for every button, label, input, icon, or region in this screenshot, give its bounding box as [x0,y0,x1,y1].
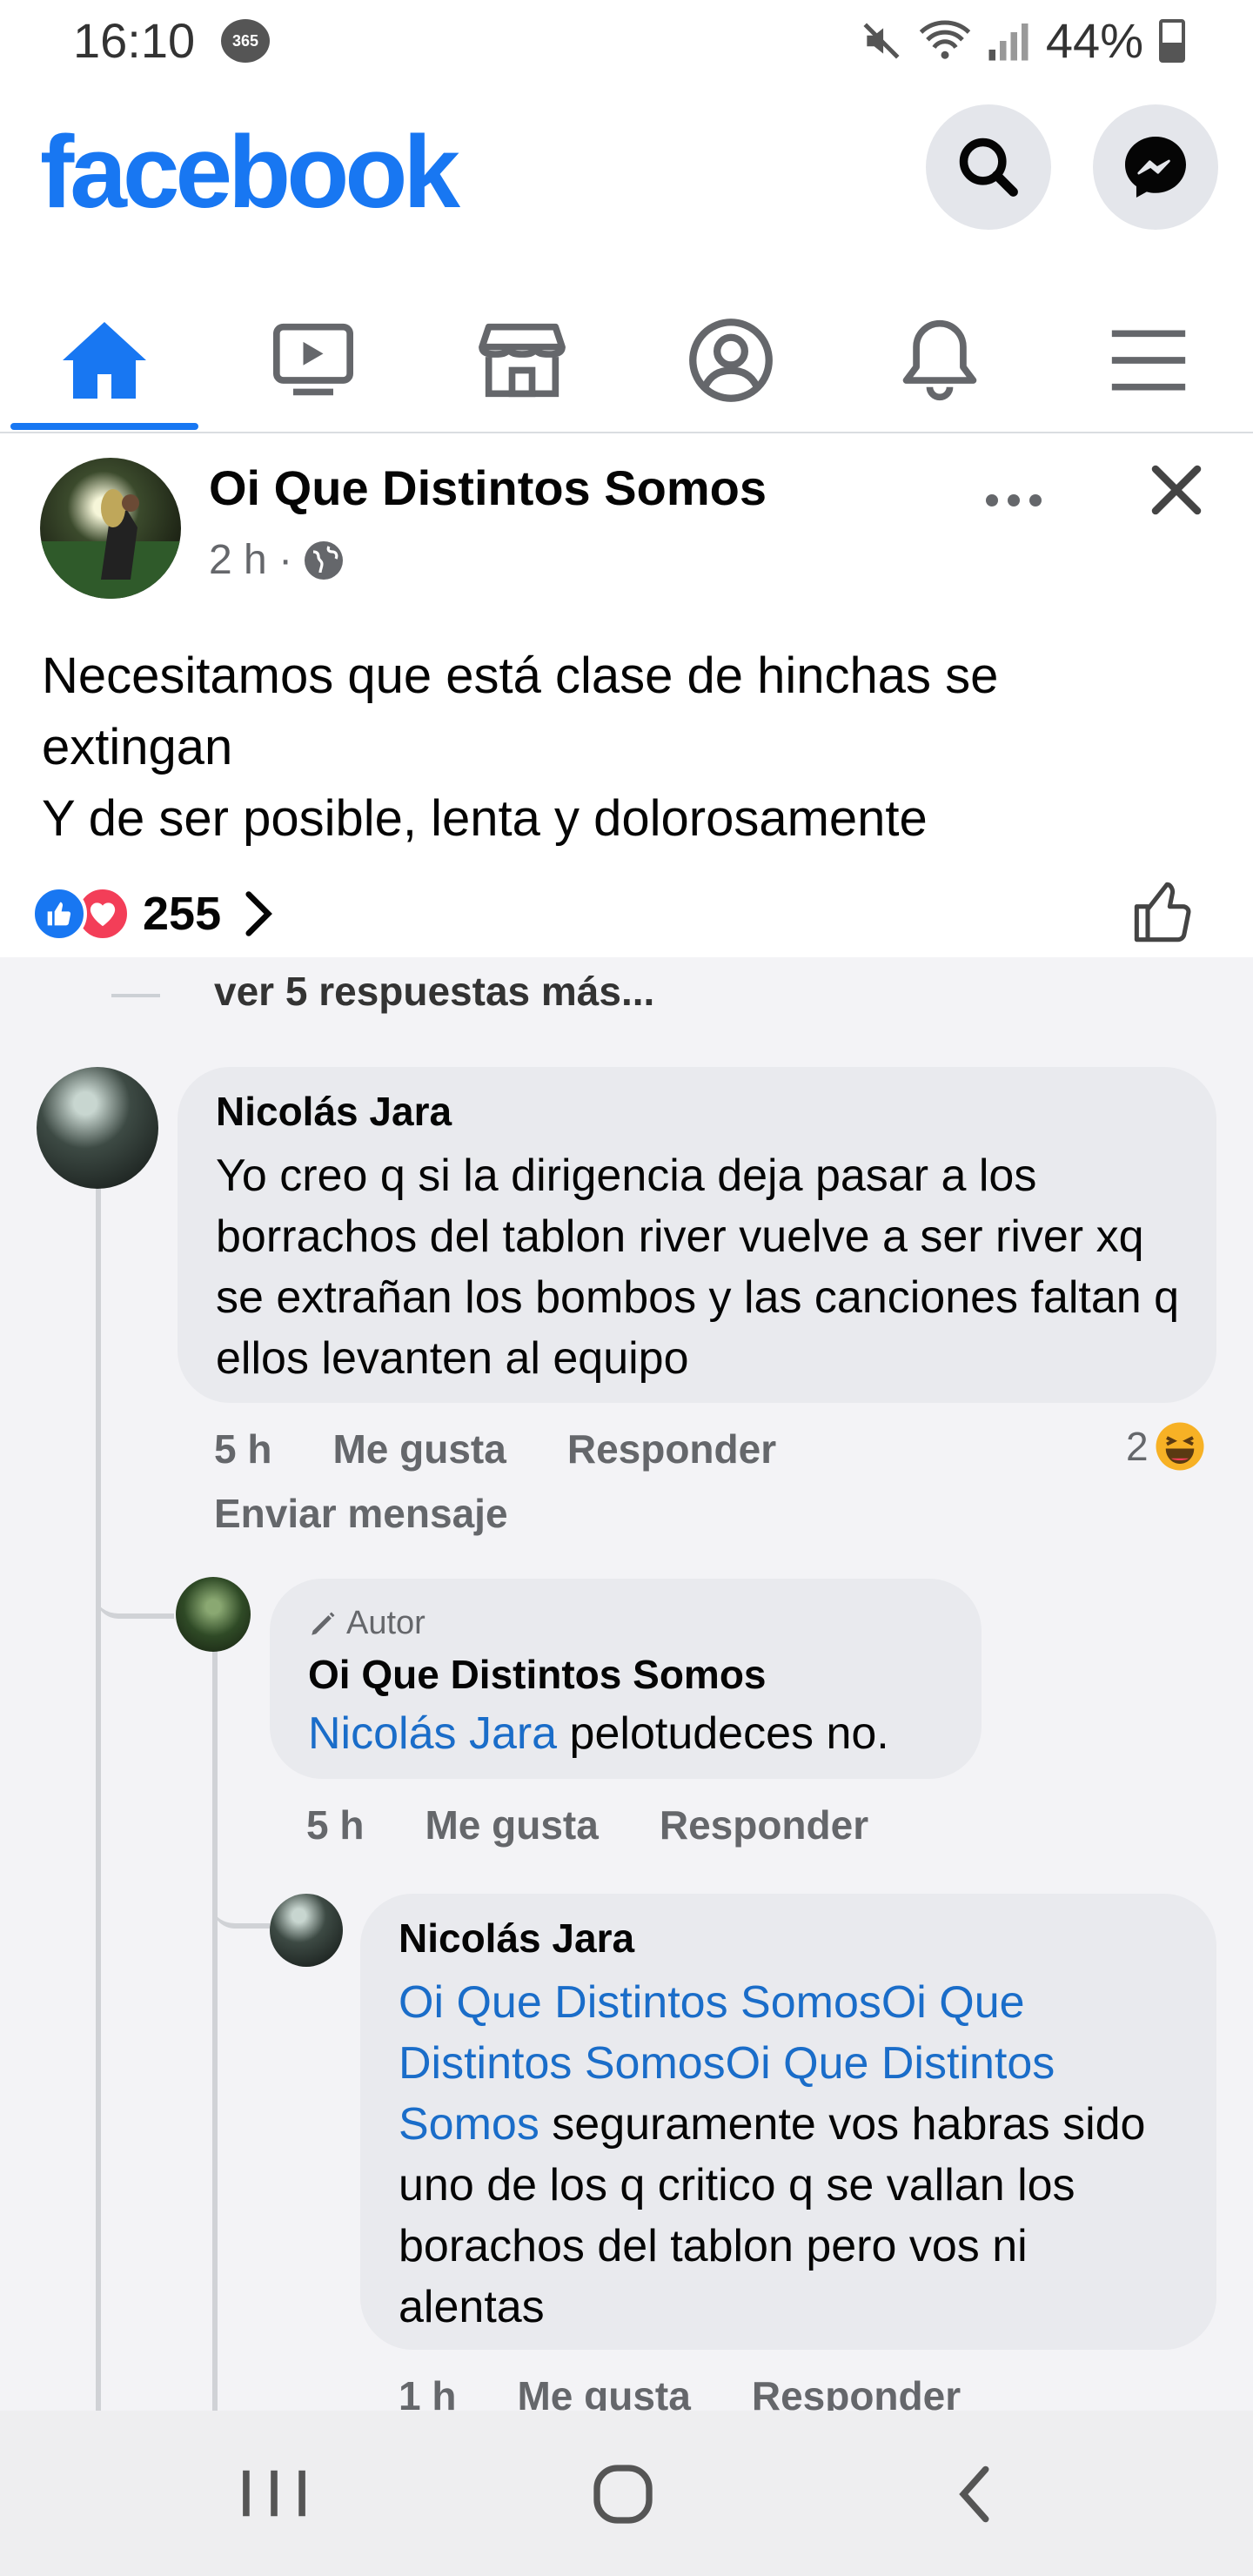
system-navigation-bar [0,2411,1253,2576]
post-time[interactable]: 2 h · [209,536,292,584]
pencil-icon [312,1612,335,1635]
nav-divider [0,432,1253,433]
comment-text: Oi Que Distintos SomosOi Que Distintos S… [399,1972,1164,2338]
tab-watch[interactable] [209,287,418,433]
comment-author[interactable]: Oi Que Distintos Somos [308,1651,982,1698]
like-comment-button[interactable]: Me gusta [332,1426,506,1472]
tab-home[interactable] [0,287,209,433]
like-comment-button[interactable]: Me gusta [425,1801,598,1848]
page-avatar-small[interactable] [176,1577,251,1652]
messenger-icon [1125,137,1186,198]
search-button[interactable] [926,104,1051,230]
post-text-line: extingan [42,719,233,775]
reactions-summary[interactable]: 255 [31,886,273,942]
notifications-icon [902,319,977,401]
post-text-line: Y de ser posible, lenta y dolorosamente [42,790,928,847]
comment-bubble: Nicolás Jara Yo creo q si la dirigencia … [178,1067,1216,1403]
profile-icon [689,319,773,402]
post-text-line: Necesitamos que está clase de hinchas se [42,647,999,704]
back-icon [959,2465,989,2523]
comment-text: Yo creo q si la dirigencia deja pasar a … [216,1150,1180,1384]
comment-reaction-count: 2 [1126,1424,1149,1469]
post-author-name[interactable]: Oi Que Distintos Somos [209,460,767,516]
recent-apps-button[interactable] [235,2463,313,2528]
battery-percent: 44% [1045,13,1143,68]
active-tab-indicator [10,423,198,430]
wifi-icon [919,20,971,59]
recent-apps-icon [243,2470,305,2517]
thread-line [96,1163,101,2411]
main-nav [0,287,1253,433]
comment-time: 5 h [306,1802,365,1848]
chevron-right-icon [245,891,273,936]
home-system-button[interactable] [588,2459,658,2533]
tab-marketplace[interactable] [418,287,626,433]
close-icon [1151,465,1202,515]
reaction-count: 255 [143,888,222,940]
close-post-button[interactable] [1149,451,1204,535]
comment-actions: 5 h Me gusta Responder [306,1801,868,1848]
messenger-button[interactable] [1093,104,1218,230]
more-options-button[interactable] [983,461,1044,521]
microsoft-365-notification-icon: 365 [221,19,270,63]
thumbs-up-icon [1134,882,1191,943]
commenter-avatar[interactable] [37,1067,158,1189]
post-text: Necesitamos que está clase de hinchas se… [42,641,1208,855]
tab-notifications[interactable] [835,287,1044,433]
search-icon [959,138,1018,197]
author-badge-label: Autor [346,1605,425,1641]
view-more-replies-link[interactable]: ver 5 respuestas más... [214,968,654,1015]
facebook-logo[interactable]: facebook [40,113,460,231]
comment-time: 5 h [214,1426,272,1472]
comment-body: pelotudeces no. [557,1708,889,1759]
thread-line [212,1645,218,2411]
avatar-photo [40,489,181,599]
reply-connector [96,1549,174,1619]
menu-icon [1111,330,1186,391]
tab-menu[interactable] [1044,287,1253,433]
comment-author[interactable]: Nicolás Jara [399,1915,1216,1962]
status-icons: 44% [860,12,1185,69]
send-message-link[interactable]: Enviar mensaje [214,1490,508,1537]
home-icon [63,322,146,399]
like-reaction-icon [31,886,87,942]
comment-author[interactable]: Nicolás Jara [216,1088,1216,1135]
post-meta: 2 h · [209,536,345,584]
reply-connector [212,1862,270,1929]
comment-bubble: Autor Oi Que Distintos Somos Nicolás Jar… [270,1579,982,1779]
reply-button[interactable]: Responder [660,1801,868,1848]
page-avatar[interactable] [40,458,181,599]
haha-reaction-icon [1156,1422,1204,1471]
signal-icon [988,23,1029,60]
comment-bubble: Nicolás Jara Oi Que Distintos SomosOi Qu… [360,1894,1216,2350]
like-post-button[interactable] [1131,879,1197,949]
more-icon [986,494,1042,506]
home-circle-icon [593,2465,653,2524]
mute-icon [863,22,900,59]
watch-icon [273,323,353,396]
mention-link[interactable]: Nicolás Jara [308,1708,557,1759]
globe-icon [305,540,344,580]
back-button[interactable] [948,2461,1001,2532]
comment-actions: 5 h Me gusta Responder [214,1426,776,1472]
commenter-avatar[interactable] [270,1894,343,1967]
author-badge: Autor [308,1605,982,1642]
reply-button[interactable]: Responder [567,1426,776,1472]
comment-reactions[interactable]: 2 [1126,1420,1206,1472]
battery-icon [1159,18,1185,63]
thread-connector [111,994,160,997]
status-time: 16:10 [73,13,196,68]
comment-text: Nicolás Jara pelotudeces no. [308,1703,982,1764]
marketplace-icon [479,323,566,398]
tab-profile[interactable] [626,287,835,433]
